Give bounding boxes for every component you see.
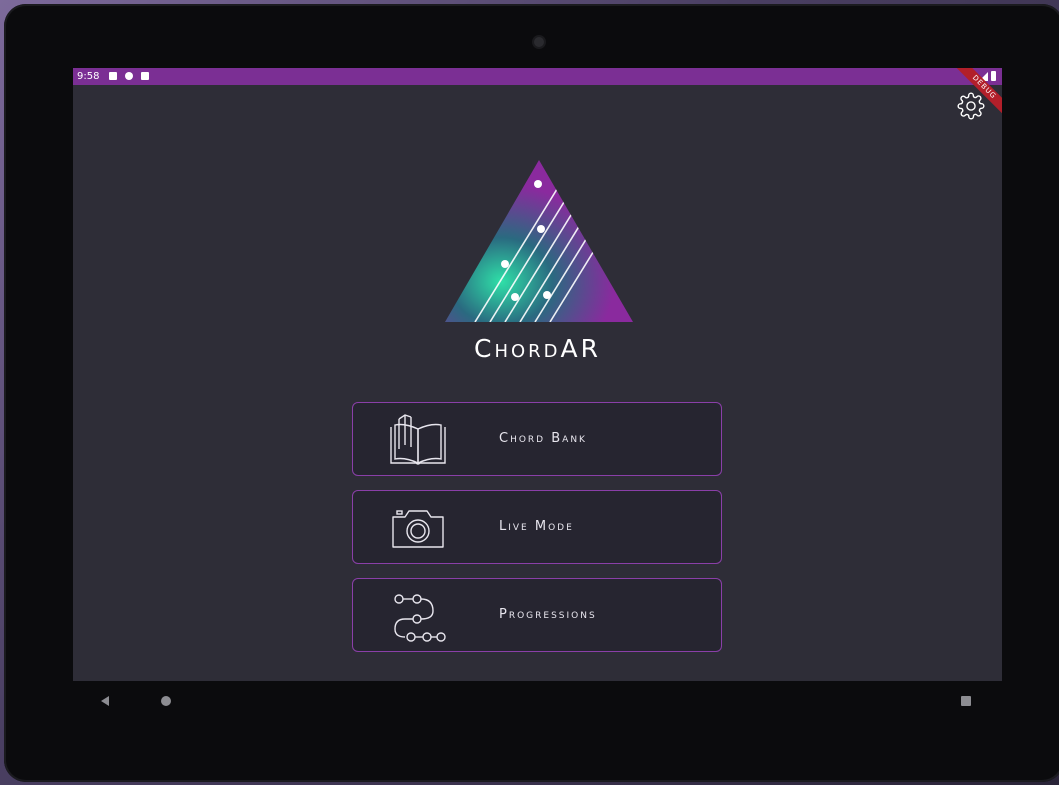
sync-icon bbox=[125, 72, 133, 80]
progressions-button[interactable]: Progressions bbox=[352, 578, 722, 652]
live-mode-label: Live Mode bbox=[499, 519, 574, 534]
camera-icon bbox=[392, 510, 444, 548]
status-bar: 9:58 bbox=[73, 68, 1002, 85]
progression-icon bbox=[394, 594, 446, 642]
app-logo bbox=[445, 160, 633, 322]
sd-card-icon bbox=[141, 72, 149, 80]
back-icon[interactable] bbox=[101, 696, 109, 706]
progressions-label: Progressions bbox=[499, 607, 597, 622]
home-icon[interactable] bbox=[161, 696, 171, 706]
recents-icon[interactable] bbox=[961, 696, 971, 706]
status-time: 9:58 bbox=[77, 71, 100, 82]
book-icon bbox=[390, 414, 446, 465]
chord-bank-button[interactable]: Chord Bank bbox=[352, 402, 722, 476]
notification-icons bbox=[109, 72, 149, 80]
settings-button[interactable] bbox=[957, 92, 985, 120]
app-screen: 9:58 DEBUG ChordAR Chord Bank Live Mode … bbox=[73, 68, 1002, 681]
triangle-strings-logo bbox=[445, 160, 633, 322]
battery-icon bbox=[991, 71, 996, 81]
chord-bank-label: Chord Bank bbox=[499, 431, 587, 446]
app-title: ChordAR bbox=[474, 334, 601, 363]
gear-icon bbox=[957, 92, 985, 120]
live-mode-button[interactable]: Live Mode bbox=[352, 490, 722, 564]
android-nav-bar bbox=[73, 681, 1002, 721]
front-camera bbox=[534, 37, 544, 47]
notification-icon bbox=[109, 72, 117, 80]
